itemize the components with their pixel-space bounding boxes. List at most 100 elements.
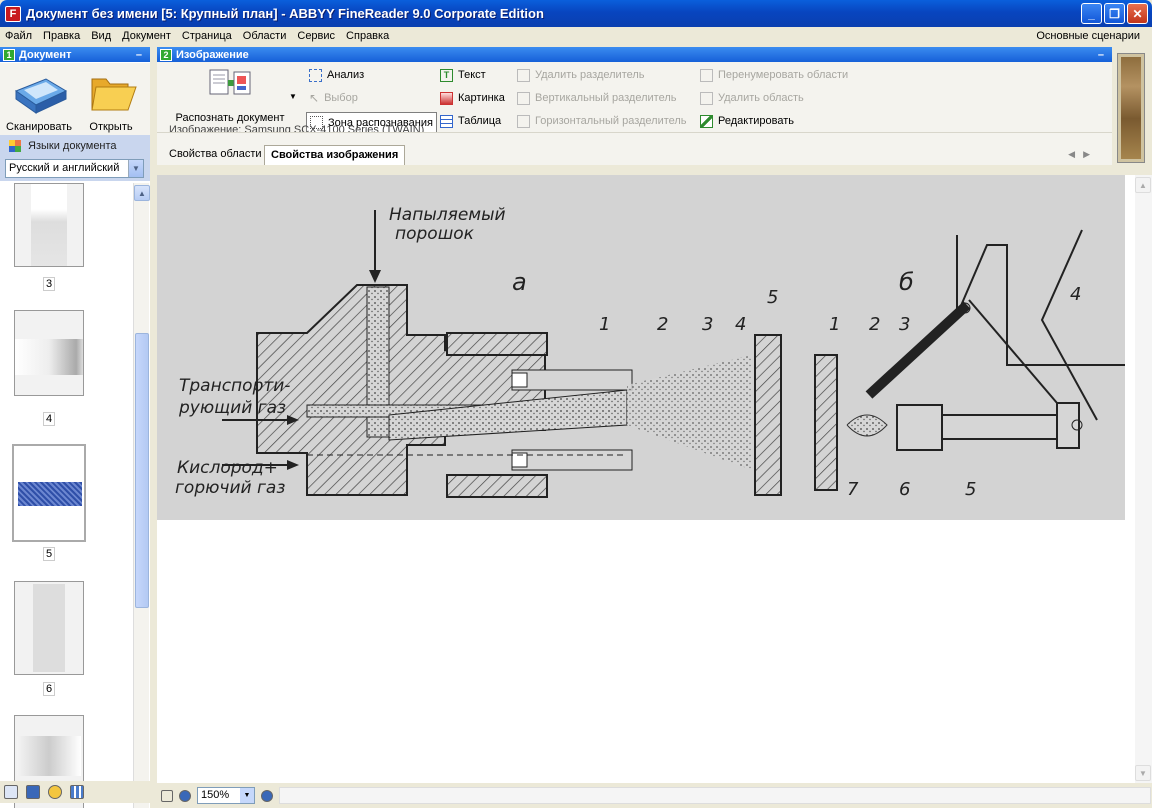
- tab-image-properties[interactable]: Свойства изображения: [264, 145, 406, 165]
- menu-page[interactable]: Страница: [177, 30, 238, 42]
- image-source-info: Изображение: Samsung SCX-4100 Series (TW…: [169, 124, 425, 132]
- vertical-separator-icon: [517, 91, 530, 105]
- edit-icon: [700, 114, 713, 128]
- main-scenarios-link[interactable]: Основные сценарии: [1031, 30, 1146, 42]
- recognize-document-button[interactable]: Распознать документ: [165, 66, 295, 128]
- select-tool[interactable]: ↖ Выбор: [309, 89, 358, 107]
- thumbnail-number: 4: [43, 412, 55, 426]
- panel-number: 1: [3, 48, 15, 61]
- text-label: Текст: [458, 69, 486, 81]
- languages-icon: [9, 140, 21, 152]
- restore-button[interactable]: ❐: [1104, 3, 1125, 24]
- collapse-icon[interactable]: –: [136, 49, 142, 61]
- document-panel-header[interactable]: 1 Документ –: [0, 47, 150, 62]
- drawing-part-number: 3: [899, 314, 910, 335]
- picture-area-tool[interactable]: Картинка: [440, 89, 505, 107]
- pages-icon[interactable]: [4, 785, 18, 799]
- document-panel: 1 Документ – Сканировать Открыть Языки д…: [0, 47, 150, 808]
- delete-separator-tool[interactable]: Удалить разделитель: [517, 66, 645, 84]
- vertical-separator-label: Вертикальный разделитель: [535, 92, 677, 104]
- image-status-bar: 150% ▼: [157, 783, 1152, 808]
- drawing-label-powder2: порошок: [395, 224, 475, 244]
- scanned-drawing: Напыляемый порошок а б Транспорти- рующи…: [157, 175, 1125, 520]
- scan-button[interactable]: Сканировать: [2, 69, 76, 133]
- vertical-separator-tool[interactable]: Вертикальный разделитель: [517, 89, 676, 107]
- thumbnails-scrollbar[interactable]: ▲ ▼: [133, 183, 150, 808]
- scroll-up-icon[interactable]: ▲: [1135, 177, 1151, 193]
- vertical-splitter[interactable]: [150, 47, 157, 807]
- menu-document[interactable]: Документ: [117, 30, 177, 42]
- text-icon: T: [440, 68, 453, 82]
- view-grid-icon[interactable]: [70, 785, 84, 799]
- actual-size-icon[interactable]: [161, 789, 173, 802]
- drawing-label-oxygen2: горючий газ: [175, 478, 285, 498]
- thumbnail-number: 3: [43, 277, 55, 291]
- table-area-tool[interactable]: Таблица: [440, 112, 501, 130]
- image-panel-header[interactable]: 2 Изображение –: [157, 47, 1112, 62]
- minimize-button[interactable]: _: [1081, 3, 1102, 24]
- drawing-part-number: 5: [965, 479, 976, 500]
- zoom-value: 150%: [201, 789, 230, 801]
- settings-icon[interactable]: [48, 785, 62, 799]
- menu-areas[interactable]: Области: [238, 30, 293, 42]
- zoom-select[interactable]: 150% ▼: [197, 787, 255, 804]
- delete-area-tool[interactable]: Удалить область: [700, 89, 804, 107]
- drawing-part-number: 6: [899, 479, 910, 500]
- image-horizontal-scrollbar[interactable]: [279, 787, 1151, 804]
- thumbnail-page-3[interactable]: [14, 183, 84, 267]
- recognize-icon: [208, 66, 252, 106]
- tab-scroll-icon[interactable]: ◀▶: [1068, 149, 1098, 160]
- zoom-out-icon[interactable]: [179, 789, 191, 802]
- preview-image[interactable]: [1117, 53, 1145, 163]
- drawing-label-transport2: рующий газ: [178, 398, 286, 418]
- tab-area-properties[interactable]: Свойства области: [163, 145, 268, 165]
- text-area-tool[interactable]: T Текст: [440, 66, 486, 84]
- close-button[interactable]: ✕: [1127, 3, 1148, 24]
- open-button[interactable]: Открыть: [74, 69, 148, 133]
- scrollbar-thumb[interactable]: [135, 333, 149, 608]
- thumbnail-page-5[interactable]: [12, 444, 86, 542]
- menu-file[interactable]: Файл: [0, 30, 38, 42]
- image-view[interactable]: Напыляемый порошок а б Транспорти- рующи…: [157, 175, 1135, 783]
- thumbnail-page-4[interactable]: [14, 310, 84, 396]
- horizontal-separator-label: Горизонтальный разделитель: [535, 115, 687, 127]
- edit-label: Редактировать: [718, 115, 794, 127]
- recognize-label: Распознать документ: [175, 112, 285, 124]
- save-icon[interactable]: [26, 785, 40, 799]
- window-title: Документ без имени [5: Крупный план] - A…: [26, 6, 544, 21]
- scroll-down-icon[interactable]: ▼: [1135, 765, 1151, 781]
- image-toolbar: Распознать документ ▼ Анализ ↖ Выбор Зон…: [157, 62, 1112, 133]
- thumbnail-number: 5: [43, 547, 55, 561]
- app-logo-icon[interactable]: F: [5, 5, 21, 22]
- renumber-label: Перенумеровать области: [718, 69, 849, 81]
- image-vertical-scrollbar[interactable]: ▲ ▼: [1135, 175, 1152, 783]
- open-label: Открыть: [89, 121, 133, 133]
- analyze-tool[interactable]: Анализ: [309, 66, 364, 84]
- renumber-areas-tool[interactable]: Перенумеровать области: [700, 66, 848, 84]
- drawing-part-number: 2: [657, 314, 668, 335]
- drawing-part-number: 1: [599, 314, 610, 335]
- edit-tool[interactable]: Редактировать: [700, 112, 794, 130]
- menu-help[interactable]: Справка: [341, 30, 395, 42]
- cursor-icon: ↖: [309, 91, 320, 105]
- horizontal-separator-tool[interactable]: Горизонтальный разделитель: [517, 112, 687, 130]
- chevron-down-icon[interactable]: ▼: [240, 788, 254, 803]
- menu-service[interactable]: Сервис: [292, 30, 341, 42]
- zoom-in-icon[interactable]: [261, 789, 273, 802]
- thumbnail-page-6[interactable]: [14, 581, 84, 675]
- menu-view[interactable]: Вид: [86, 30, 117, 42]
- scroll-up-icon[interactable]: ▲: [134, 185, 150, 201]
- menu-edit[interactable]: Правка: [38, 30, 86, 42]
- table-label: Таблица: [458, 115, 502, 127]
- page-preview: [1113, 47, 1152, 167]
- picture-icon: [440, 91, 453, 105]
- recognize-dropdown-icon[interactable]: ▼: [289, 92, 297, 101]
- drawing-part-number: 4: [735, 314, 746, 335]
- delete-separator-label: Удалить разделитель: [535, 69, 645, 81]
- delete-area-label: Удалить область: [718, 92, 804, 104]
- chevron-down-icon[interactable]: ▼: [128, 160, 143, 177]
- collapse-icon[interactable]: –: [1098, 49, 1104, 61]
- language-select[interactable]: Русский и английский ▼: [5, 159, 144, 178]
- languages-label: Языки документа: [28, 140, 117, 152]
- title-bar[interactable]: F Документ без имени [5: Крупный план] -…: [0, 0, 1152, 27]
